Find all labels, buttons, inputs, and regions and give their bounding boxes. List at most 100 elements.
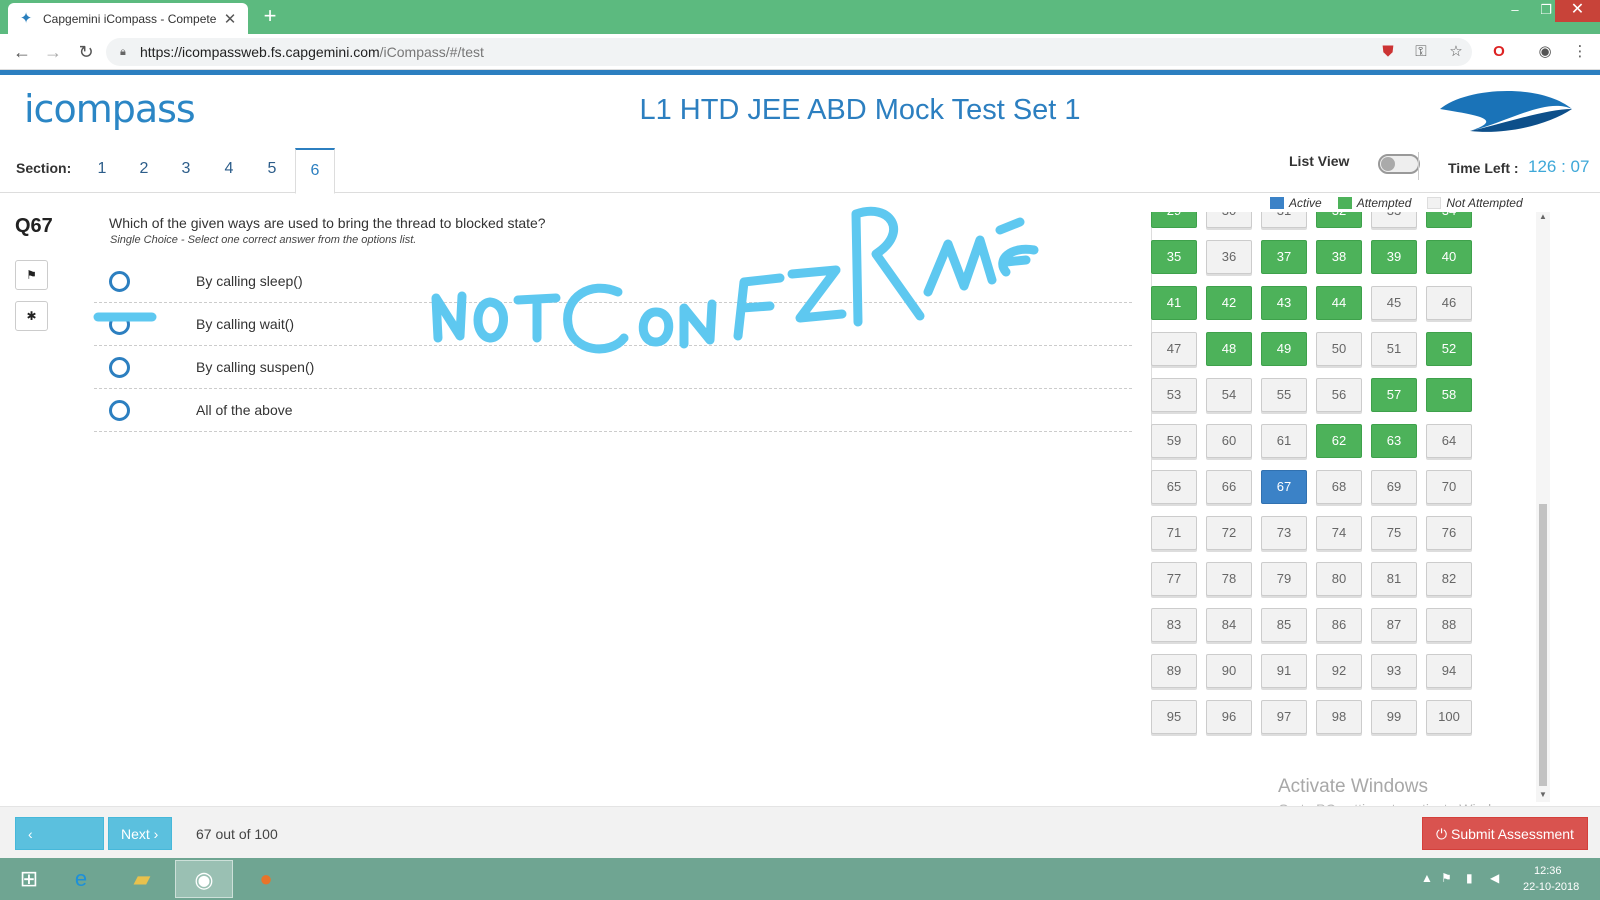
palette-question-100[interactable]: 100 <box>1426 700 1472 734</box>
forward-arrow-icon[interactable]: → <box>41 40 65 64</box>
palette-question-41[interactable]: 41 <box>1151 286 1197 320</box>
palette-question-39[interactable]: 39 <box>1371 240 1417 274</box>
close-tab-icon[interactable]: ✕ <box>222 10 238 28</box>
radio-button[interactable] <box>109 400 130 421</box>
scroll-thumb[interactable] <box>1539 504 1547 786</box>
palette-question-64[interactable]: 64 <box>1426 424 1472 458</box>
palette-question-61[interactable]: 61 <box>1261 424 1307 458</box>
palette-question-62[interactable]: 62 <box>1316 424 1362 458</box>
palette-question-87[interactable]: 87 <box>1371 608 1417 642</box>
palette-question-30[interactable]: 30 <box>1206 212 1252 228</box>
palette-question-89[interactable]: 89 <box>1151 654 1197 688</box>
palette-question-85[interactable]: 85 <box>1261 608 1307 642</box>
palette-question-37[interactable]: 37 <box>1261 240 1307 274</box>
palette-question-31[interactable]: 31 <box>1261 212 1307 228</box>
file-explorer-icon[interactable]: ▰ <box>113 860 171 898</box>
radio-button[interactable] <box>109 271 130 292</box>
palette-question-59[interactable]: 59 <box>1151 424 1197 458</box>
palette-question-84[interactable]: 84 <box>1206 608 1252 642</box>
action-center-flag-icon[interactable]: ⚑ <box>1441 871 1452 885</box>
next-button[interactable]: Next › <box>108 817 172 850</box>
new-tab-button[interactable]: + <box>258 5 282 29</box>
list-view-toggle[interactable] <box>1378 154 1420 174</box>
palette-question-56[interactable]: 56 <box>1316 378 1362 412</box>
palette-question-47[interactable]: 47 <box>1151 332 1197 366</box>
palette-question-46[interactable]: 46 <box>1426 286 1472 320</box>
palette-question-83[interactable]: 83 <box>1151 608 1197 642</box>
palette-question-34[interactable]: 34 <box>1426 212 1472 228</box>
palette-question-94[interactable]: 94 <box>1426 654 1472 688</box>
bug-icon[interactable]: ✱ <box>15 301 48 331</box>
window-close-button[interactable]: ✕ <box>1555 0 1600 22</box>
palette-question-82[interactable]: 82 <box>1426 562 1472 596</box>
minimize-button[interactable]: ‒ <box>1500 0 1530 22</box>
flag-icon[interactable]: ⚑ <box>15 260 48 290</box>
palette-question-35[interactable]: 35 <box>1151 240 1197 274</box>
previous-button[interactable]: ‹ Previous <box>15 817 104 875</box>
address-bar[interactable]: 🔒︎ https://icompassweb.fs.capgemini.com /… <box>106 38 1472 66</box>
browser-menu-icon[interactable]: ⋮ <box>1570 42 1590 62</box>
opera-extension-icon[interactable]: O <box>1489 42 1509 62</box>
option-3[interactable]: By calling suspen() <box>94 346 1132 389</box>
palette-question-76[interactable]: 76 <box>1426 516 1472 550</box>
palette-question-95[interactable]: 95 <box>1151 700 1197 734</box>
palette-question-63[interactable]: 63 <box>1371 424 1417 458</box>
palette-question-42[interactable]: 42 <box>1206 286 1252 320</box>
palette-question-86[interactable]: 86 <box>1316 608 1362 642</box>
palette-scrollbar[interactable]: ▲ ▼ <box>1536 212 1550 802</box>
section-tab-4[interactable]: 4 <box>209 148 249 193</box>
reload-icon[interactable]: ↻ <box>74 40 98 64</box>
scroll-up-arrow-icon[interactable]: ▲ <box>1536 212 1550 224</box>
palette-question-57[interactable]: 57 <box>1371 378 1417 412</box>
palette-question-66[interactable]: 66 <box>1206 470 1252 504</box>
palette-question-54[interactable]: 54 <box>1206 378 1252 412</box>
palette-question-98[interactable]: 98 <box>1316 700 1362 734</box>
palette-question-68[interactable]: 68 <box>1316 470 1362 504</box>
palette-question-91[interactable]: 91 <box>1261 654 1307 688</box>
internet-explorer-icon[interactable]: e <box>52 860 110 898</box>
option-1[interactable]: By calling sleep() <box>94 260 1132 303</box>
option-4[interactable]: All of the above <box>94 389 1132 432</box>
palette-question-51[interactable]: 51 <box>1371 332 1417 366</box>
option-2[interactable]: By calling wait() <box>94 303 1132 346</box>
palette-question-36[interactable]: 36 <box>1206 240 1252 274</box>
extension-icon[interactable]: ⛊ <box>1378 42 1398 62</box>
palette-question-50[interactable]: 50 <box>1316 332 1362 366</box>
palette-question-40[interactable]: 40 <box>1426 240 1472 274</box>
palette-question-74[interactable]: 74 <box>1316 516 1362 550</box>
palette-question-78[interactable]: 78 <box>1206 562 1252 596</box>
windows-start-icon[interactable]: ⊞ <box>0 860 58 898</box>
bookmark-star-icon[interactable]: ☆ <box>1446 42 1466 62</box>
palette-question-88[interactable]: 88 <box>1426 608 1472 642</box>
palette-question-49[interactable]: 49 <box>1261 332 1307 366</box>
browser-tab[interactable]: ✦ Capgemini iCompass - Compete ✕ <box>8 3 248 34</box>
palette-question-60[interactable]: 60 <box>1206 424 1252 458</box>
scroll-down-arrow-icon[interactable]: ▼ <box>1536 790 1550 802</box>
network-icon[interactable]: ▮ <box>1466 871 1473 885</box>
key-icon[interactable]: ⚿ <box>1411 42 1431 62</box>
palette-question-96[interactable]: 96 <box>1206 700 1252 734</box>
palette-question-79[interactable]: 79 <box>1261 562 1307 596</box>
palette-question-58[interactable]: 58 <box>1426 378 1472 412</box>
palette-question-73[interactable]: 73 <box>1261 516 1307 550</box>
palette-question-77[interactable]: 77 <box>1151 562 1197 596</box>
palette-question-75[interactable]: 75 <box>1371 516 1417 550</box>
palette-question-65[interactable]: 65 <box>1151 470 1197 504</box>
palette-question-80[interactable]: 80 <box>1316 562 1362 596</box>
submit-assessment-button[interactable]: ⏻ Submit Assessment <box>1422 817 1588 850</box>
tray-expand-icon[interactable]: ▲ <box>1421 871 1433 885</box>
palette-question-33[interactable]: 33 <box>1371 212 1417 228</box>
palette-question-81[interactable]: 81 <box>1371 562 1417 596</box>
palette-question-67[interactable]: 67 <box>1261 470 1307 504</box>
palette-question-93[interactable]: 93 <box>1371 654 1417 688</box>
palette-question-52[interactable]: 52 <box>1426 332 1472 366</box>
palette-question-97[interactable]: 97 <box>1261 700 1307 734</box>
palette-question-53[interactable]: 53 <box>1151 378 1197 412</box>
radio-button[interactable] <box>109 357 130 378</box>
profile-icon[interactable]: ◉ <box>1535 42 1555 62</box>
section-tab-5[interactable]: 5 <box>252 148 292 193</box>
section-tab-6[interactable]: 6 <box>295 148 335 194</box>
palette-question-48[interactable]: 48 <box>1206 332 1252 366</box>
palette-question-55[interactable]: 55 <box>1261 378 1307 412</box>
palette-question-92[interactable]: 92 <box>1316 654 1362 688</box>
